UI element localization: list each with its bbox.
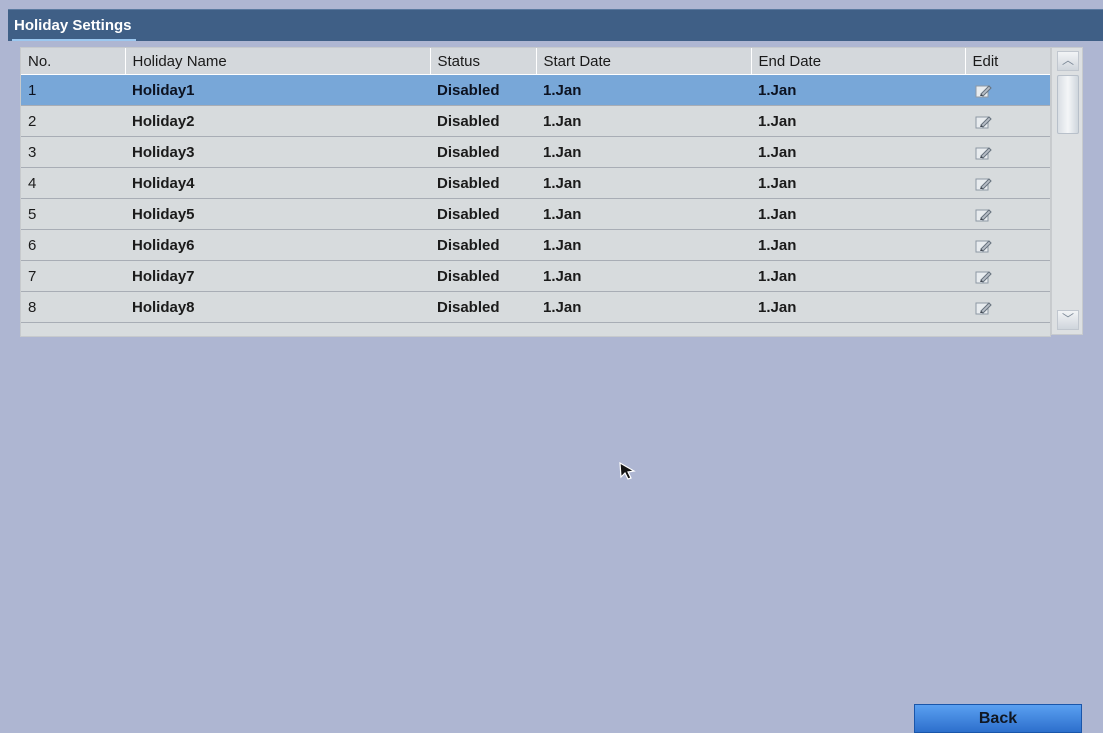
- column-header-start-date: Start Date: [536, 48, 752, 75]
- scroll-down-button[interactable]: ﹀: [1057, 310, 1079, 330]
- edit-cell[interactable]: [965, 229, 1050, 261]
- holiday-status: Disabled: [430, 167, 536, 199]
- holiday-start-date: 1.Jan: [536, 74, 751, 106]
- scroll-up-button[interactable]: ︿: [1057, 51, 1079, 71]
- row-number: 4: [21, 167, 125, 199]
- edit-cell[interactable]: [965, 260, 1050, 292]
- edit-cell[interactable]: [965, 198, 1050, 230]
- title-bar: Holiday Settings: [8, 9, 1103, 41]
- holiday-end-date: 1.Jan: [751, 198, 965, 230]
- back-button[interactable]: Back: [914, 704, 1082, 733]
- holiday-name: Holiday7: [125, 260, 430, 292]
- holiday-start-date: 1.Jan: [536, 291, 751, 323]
- edit-pencil-icon[interactable]: [975, 83, 993, 99]
- edit-pencil-icon[interactable]: [975, 269, 993, 285]
- edit-cell[interactable]: [965, 291, 1050, 323]
- table-row[interactable]: 7 Holiday7 Disabled 1.Jan 1.Jan: [21, 260, 1050, 292]
- edit-cell[interactable]: [965, 167, 1050, 199]
- table-row[interactable]: 8 Holiday8 Disabled 1.Jan 1.Jan: [21, 291, 1050, 323]
- table-row[interactable]: 2 Holiday2 Disabled 1.Jan 1.Jan: [21, 105, 1050, 137]
- holiday-start-date: 1.Jan: [536, 229, 751, 261]
- table-scrollbar[interactable]: ︿ ﹀: [1051, 47, 1083, 335]
- holiday-table: No. Holiday Name Status Start Date End D…: [21, 48, 1050, 323]
- holiday-name: Holiday3: [125, 136, 430, 168]
- holiday-name: Holiday5: [125, 198, 430, 230]
- holiday-status: Disabled: [430, 105, 536, 137]
- holiday-end-date: 1.Jan: [751, 167, 965, 199]
- holiday-name: Holiday8: [125, 291, 430, 323]
- holiday-status: Disabled: [430, 260, 536, 292]
- holiday-status: Disabled: [430, 291, 536, 323]
- holiday-end-date: 1.Jan: [751, 229, 965, 261]
- holiday-status: Disabled: [430, 74, 536, 106]
- row-number: 3: [21, 136, 125, 168]
- column-header-edit: Edit: [965, 48, 1050, 75]
- holiday-end-date: 1.Jan: [751, 291, 965, 323]
- holiday-status: Disabled: [430, 229, 536, 261]
- holiday-start-date: 1.Jan: [536, 260, 751, 292]
- column-header-end-date: End Date: [751, 48, 966, 75]
- mouse-cursor-icon: [619, 462, 636, 480]
- chevron-down-icon: ﹀: [1061, 312, 1074, 326]
- row-number: 8: [21, 291, 125, 323]
- edit-pencil-icon[interactable]: [975, 145, 993, 161]
- table-row[interactable]: 6 Holiday6 Disabled 1.Jan 1.Jan: [21, 229, 1050, 261]
- holiday-name: Holiday6: [125, 229, 430, 261]
- edit-cell[interactable]: [965, 74, 1050, 106]
- holiday-end-date: 1.Jan: [751, 74, 965, 106]
- table-row[interactable]: 5 Holiday5 Disabled 1.Jan 1.Jan: [21, 198, 1050, 230]
- chevron-up-icon: ︿: [1061, 53, 1074, 67]
- column-header-status: Status: [430, 48, 537, 75]
- edit-cell[interactable]: [965, 105, 1050, 137]
- holiday-start-date: 1.Jan: [536, 198, 751, 230]
- holiday-status: Disabled: [430, 136, 536, 168]
- page-title: Holiday Settings: [12, 15, 136, 41]
- row-number: 1: [21, 74, 125, 106]
- scrollbar-thumb[interactable]: [1057, 75, 1079, 134]
- row-number: 2: [21, 105, 125, 137]
- row-number: 7: [21, 260, 125, 292]
- holiday-end-date: 1.Jan: [751, 260, 965, 292]
- holiday-name: Holiday1: [125, 74, 430, 106]
- holiday-name: Holiday4: [125, 167, 430, 199]
- edit-pencil-icon[interactable]: [975, 207, 993, 223]
- holiday-status: Disabled: [430, 198, 536, 230]
- edit-pencil-icon[interactable]: [975, 176, 993, 192]
- holiday-table-container: No. Holiday Name Status Start Date End D…: [20, 47, 1051, 337]
- row-number: 5: [21, 198, 125, 230]
- column-header-holiday-name: Holiday Name: [125, 48, 431, 75]
- table-row[interactable]: 3 Holiday3 Disabled 1.Jan 1.Jan: [21, 136, 1050, 168]
- row-number: 6: [21, 229, 125, 261]
- holiday-end-date: 1.Jan: [751, 105, 965, 137]
- edit-cell[interactable]: [965, 136, 1050, 168]
- edit-pencil-icon[interactable]: [975, 238, 993, 254]
- column-header-no: No.: [21, 48, 126, 75]
- holiday-start-date: 1.Jan: [536, 136, 751, 168]
- holiday-start-date: 1.Jan: [536, 105, 751, 137]
- edit-pencil-icon[interactable]: [975, 300, 993, 316]
- table-row[interactable]: 4 Holiday4 Disabled 1.Jan 1.Jan: [21, 167, 1050, 199]
- holiday-name: Holiday2: [125, 105, 430, 137]
- edit-pencil-icon[interactable]: [975, 114, 993, 130]
- holiday-start-date: 1.Jan: [536, 167, 751, 199]
- holiday-end-date: 1.Jan: [751, 136, 965, 168]
- table-header-row: No. Holiday Name Status Start Date End D…: [21, 48, 1050, 75]
- table-row[interactable]: 1 Holiday1 Disabled 1.Jan 1.Jan: [21, 74, 1050, 106]
